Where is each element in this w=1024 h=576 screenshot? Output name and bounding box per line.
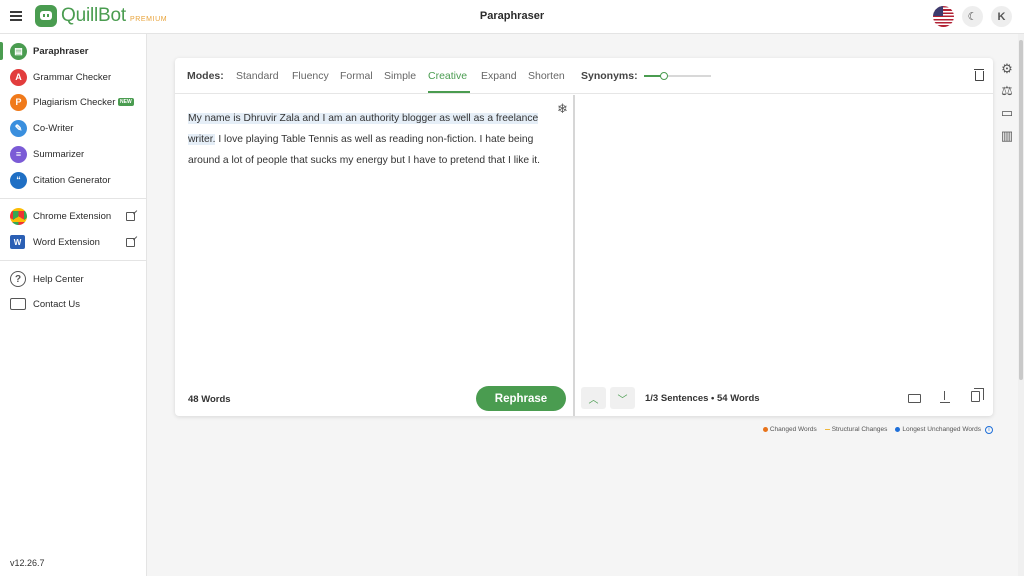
sidebar-item-label: Plagiarism Checker — [33, 96, 116, 108]
mode-fluency[interactable]: Fluency — [292, 70, 329, 82]
paraphraser-icon: ▤ — [10, 42, 27, 60]
plagiarism-checker-icon: P — [10, 93, 27, 111]
statistics-icon[interactable]: ▥ — [1000, 128, 1014, 143]
premium-badge: PREMIUM — [129, 15, 168, 23]
legend-changed: Changed Words — [762, 426, 817, 433]
sentence-position: 1/3 — [645, 393, 659, 404]
sidebar-item-label: Grammar Checker — [33, 71, 112, 83]
sidebar-item-chrome-extension[interactable]: Chrome Extension — [0, 204, 147, 228]
quillbot-logo[interactable]: QuillBot PREMIUM — [35, 5, 167, 27]
structural-dash-icon — [824, 428, 830, 431]
sidebar-item-label: Co-Writer — [33, 122, 74, 134]
info-icon[interactable]: i — [985, 426, 993, 434]
settings-gear-icon[interactable]: ⚙ — [1000, 61, 1014, 76]
sidebar-item-label: Help Center — [33, 273, 84, 285]
mode-creative[interactable]: Creative — [428, 70, 467, 82]
legend-structural-label: Structural Changes — [831, 426, 888, 433]
sidebar-item-grammar-checker[interactable]: A Grammar Checker — [0, 65, 147, 89]
previous-sentence-button[interactable]: ︿ — [581, 387, 606, 409]
color-legend: Changed Words Structural Changes Longest… — [762, 426, 981, 433]
legend-unchanged-label: Longest Unchanged Words — [902, 426, 981, 433]
co-writer-icon: ✎ — [10, 119, 27, 137]
legend-unchanged: Longest Unchanged Words — [895, 426, 981, 433]
sidebar-divider — [0, 260, 147, 261]
input-word-count: 48 Words — [188, 394, 231, 405]
top-bar: QuillBot PREMIUM Paraphraser ☾ K — [0, 0, 1024, 34]
quillbot-logo-icon — [35, 5, 57, 27]
sidebar-item-label: Paraphraser — [33, 45, 89, 57]
paraphraser-card: Modes: Standard Fluency Formal Simple Cr… — [175, 58, 993, 416]
word-icon: W — [10, 235, 25, 249]
chevron-up-icon: ︿ — [588, 394, 599, 406]
chrome-icon — [10, 207, 27, 225]
external-link-icon — [126, 211, 135, 221]
freeze-snowflake-icon[interactable]: ❄ — [557, 101, 568, 117]
sidebar-item-contact-us[interactable]: Contact Us — [0, 292, 147, 316]
copy-icon[interactable] — [971, 388, 984, 402]
sidebar-item-word-extension[interactable]: W Word Extension — [0, 230, 147, 254]
sidebar-item-summarizer[interactable]: ≡ Summarizer — [0, 142, 147, 166]
menu-icon[interactable] — [10, 11, 22, 21]
download-icon[interactable] — [940, 391, 950, 404]
legend-changed-label: Changed Words — [769, 426, 817, 433]
sidebar-item-label: Contact Us — [33, 298, 80, 310]
external-link-icon — [126, 237, 135, 247]
sidebar-item-label: Chrome Extension — [33, 210, 112, 222]
input-text[interactable]: My name is Dhruvir Zala and I am an auth… — [188, 108, 554, 171]
feedback-icon[interactable]: ▭ — [1000, 105, 1014, 120]
dark-mode-moon-icon[interactable]: ☾ — [962, 6, 983, 27]
changed-dot-icon — [762, 427, 768, 432]
trash-icon[interactable] — [974, 68, 984, 81]
output-pane: ︿ ﹀ 1/3 Sentences • 54 Words — [575, 95, 993, 416]
sentence-stats: 1/3 Sentences • 54 Words — [645, 393, 760, 404]
mail-icon — [10, 298, 26, 310]
sidebar-item-label: Citation Generator — [33, 174, 111, 186]
modes-label: Modes: — [187, 70, 224, 82]
compare-modes-icon[interactable]: ⚖ — [1000, 83, 1014, 98]
sidebar-item-paraphraser[interactable]: ▤ Paraphraser — [0, 39, 147, 63]
grammar-checker-icon: A — [10, 68, 27, 86]
legend-structural: Structural Changes — [824, 426, 888, 433]
us-flag-icon[interactable] — [933, 6, 954, 27]
new-badge: NEW — [118, 98, 134, 106]
user-avatar[interactable]: K — [991, 6, 1012, 27]
mode-shorten[interactable]: Shorten — [528, 70, 565, 82]
help-icon: ? — [10, 271, 26, 287]
sidebar-item-label: Summarizer — [33, 148, 85, 160]
page-scrollbar-thumb[interactable] — [1019, 40, 1023, 380]
summarizer-icon: ≡ — [10, 145, 27, 163]
synonyms-slider-thumb[interactable] — [660, 72, 669, 80]
version-label: v12.26.7 — [10, 558, 45, 568]
sidebar-item-citation-generator[interactable]: “ Citation Generator — [0, 168, 147, 192]
input-pane[interactable]: My name is Dhruvir Zala and I am an auth… — [175, 95, 573, 416]
next-sentence-button[interactable]: ﹀ — [610, 387, 635, 409]
mode-standard[interactable]: Standard — [236, 70, 279, 82]
mode-formal[interactable]: Formal — [340, 70, 373, 82]
mode-expand[interactable]: Expand — [481, 70, 517, 82]
logo-text: QuillBot — [61, 5, 126, 26]
synonyms-label: Synonyms: — [581, 70, 638, 82]
chevron-down-icon: ﹀ — [617, 394, 628, 406]
sidebar-item-help-center[interactable]: ? Help Center — [0, 267, 147, 291]
modes-bar: Modes: Standard Fluency Formal Simple Cr… — [175, 58, 993, 94]
sentence-stats-suffix: Sentences • 54 Words — [658, 393, 760, 404]
sidebar-item-label: Word Extension — [33, 236, 100, 248]
sidebar-item-plagiarism-checker[interactable]: P Plagiarism Checker NEW — [0, 90, 147, 114]
sidebar-divider — [0, 198, 147, 199]
sidebar: ▤ Paraphraser A Grammar Checker P Plagia… — [0, 34, 147, 576]
active-mode-underline — [428, 91, 470, 93]
sidebar-item-co-writer[interactable]: ✎ Co-Writer — [0, 116, 147, 140]
remaining-text[interactable]: I love playing Table Tennis as well as r… — [188, 134, 540, 166]
citation-generator-icon: “ — [10, 171, 27, 189]
keyboard-icon[interactable] — [908, 394, 921, 403]
mode-simple[interactable]: Simple — [384, 70, 416, 82]
synonyms-slider[interactable] — [644, 72, 711, 80]
rephrase-button[interactable]: Rephrase — [476, 386, 566, 411]
unchanged-dot-icon — [895, 427, 901, 432]
